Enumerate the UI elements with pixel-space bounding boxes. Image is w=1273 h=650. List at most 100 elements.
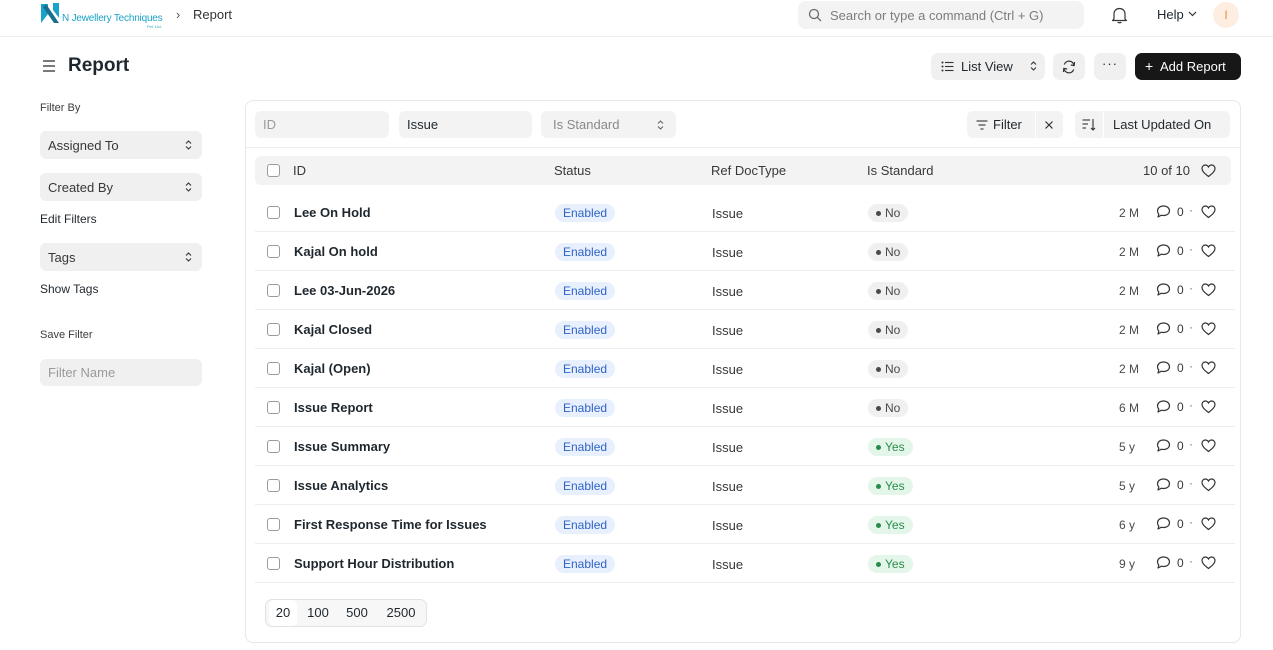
status-badge: Enabled bbox=[555, 516, 616, 534]
comment-icon[interactable] bbox=[1156, 204, 1171, 219]
help-menu[interactable]: Help bbox=[1157, 7, 1184, 22]
logo-subtext: Pvt. Ltd. bbox=[147, 24, 162, 29]
ref-doctype-value: Issue bbox=[712, 518, 744, 533]
sort-icon[interactable] bbox=[1082, 118, 1096, 131]
close-icon[interactable] bbox=[1044, 120, 1054, 130]
created-by-select[interactable]: Created By bbox=[40, 173, 202, 201]
table-row[interactable]: Lee On Hold Enabled Issue No 2 M 0 · bbox=[255, 193, 1235, 232]
column-is-standard: Is Standard bbox=[867, 163, 934, 178]
comment-icon[interactable] bbox=[1156, 477, 1171, 492]
report-name-link[interactable]: First Response Time for Issues bbox=[294, 517, 487, 532]
row-checkbox[interactable] bbox=[267, 557, 280, 570]
page-length-100[interactable]: 100 bbox=[302, 600, 334, 626]
table-row[interactable]: Issue Summary Enabled Issue Yes 5 y 0 · bbox=[255, 427, 1235, 466]
table-row[interactable]: Support Hour Distribution Enabled Issue Yes… bbox=[255, 544, 1235, 583]
is-standard-select[interactable]: Is Standard bbox=[541, 111, 676, 138]
heart-icon[interactable] bbox=[1201, 205, 1216, 219]
row-checkbox[interactable] bbox=[267, 440, 280, 453]
id-filter-input[interactable] bbox=[255, 111, 389, 138]
report-name-link[interactable]: Kajal On hold bbox=[294, 244, 378, 259]
report-name-link[interactable]: Issue Summary bbox=[294, 439, 390, 454]
report-name-link[interactable]: Issue Analytics bbox=[294, 478, 388, 493]
assigned-to-select[interactable]: Assigned To bbox=[40, 131, 202, 159]
report-name-link[interactable]: Kajal (Open) bbox=[294, 361, 371, 376]
ref-doctype-value: Issue bbox=[712, 284, 744, 299]
comment-count: 0 bbox=[1177, 283, 1184, 297]
heart-icon[interactable] bbox=[1201, 517, 1216, 531]
select-all-checkbox[interactable] bbox=[267, 164, 280, 177]
comment-icon[interactable] bbox=[1156, 399, 1171, 414]
comment-icon[interactable] bbox=[1156, 555, 1171, 570]
report-name-link[interactable]: Lee On Hold bbox=[294, 205, 371, 220]
table-row[interactable]: First Response Time for Issues Enabled Iss… bbox=[255, 505, 1235, 544]
heart-icon[interactable] bbox=[1201, 400, 1216, 414]
breadcrumb-report[interactable]: Report bbox=[193, 7, 232, 22]
status-badge: Enabled bbox=[555, 243, 616, 261]
row-checkbox[interactable] bbox=[267, 518, 280, 531]
row-checkbox[interactable] bbox=[267, 362, 280, 375]
filter-button[interactable]: Filter bbox=[967, 111, 1063, 138]
edit-filters-link[interactable]: Edit Filters bbox=[40, 212, 97, 226]
comment-icon[interactable] bbox=[1156, 321, 1171, 336]
table-row[interactable]: Kajal On hold Enabled Issue No 2 M 0 · bbox=[255, 232, 1235, 271]
comment-icon[interactable] bbox=[1156, 438, 1171, 453]
sort-button[interactable]: Last Updated On bbox=[1075, 111, 1230, 138]
is-standard-value: No bbox=[885, 401, 901, 415]
heart-icon[interactable] bbox=[1201, 478, 1216, 492]
row-checkbox[interactable] bbox=[267, 245, 280, 258]
heart-icon[interactable] bbox=[1201, 283, 1216, 297]
page-length-2500[interactable]: 2500 bbox=[380, 600, 422, 626]
row-checkbox[interactable] bbox=[267, 206, 280, 219]
row-checkbox[interactable] bbox=[267, 323, 280, 336]
table-row[interactable]: Lee 03-Jun-2026 Enabled Issue No 2 M 0 · bbox=[255, 271, 1235, 310]
status-badge: Enabled bbox=[555, 204, 616, 222]
row-checkbox[interactable] bbox=[267, 479, 280, 492]
report-name-link[interactable]: Lee 03-Jun-2026 bbox=[294, 283, 395, 298]
logo-mark-icon bbox=[41, 3, 59, 23]
report-name-link[interactable]: Issue Report bbox=[294, 400, 373, 415]
table-row[interactable]: Issue Analytics Enabled Issue Yes 5 y 0 · bbox=[255, 466, 1235, 505]
show-tags-link[interactable]: Show Tags bbox=[40, 282, 98, 296]
table-row[interactable]: Issue Report Enabled Issue No 6 M 0 · bbox=[255, 388, 1235, 427]
report-list: Is Standard Filter Last Updated O bbox=[245, 100, 1241, 643]
ref-doctype-value: Issue bbox=[712, 323, 744, 338]
heart-icon[interactable] bbox=[1201, 556, 1216, 570]
heart-icon[interactable] bbox=[1201, 164, 1216, 178]
comment-count: 0 bbox=[1177, 478, 1184, 492]
ref-doctype-filter-input[interactable] bbox=[399, 111, 532, 138]
search-bar[interactable] bbox=[798, 1, 1084, 29]
is-standard-badge: No bbox=[868, 399, 909, 417]
list-view-button[interactable]: List View bbox=[931, 53, 1045, 80]
comment-icon[interactable] bbox=[1156, 243, 1171, 258]
row-checkbox[interactable] bbox=[267, 401, 280, 414]
comment-icon[interactable] bbox=[1156, 516, 1171, 531]
is-standard-badge: No bbox=[868, 243, 909, 261]
comment-icon[interactable] bbox=[1156, 360, 1171, 375]
tags-select[interactable]: Tags bbox=[40, 243, 202, 271]
page-length-500[interactable]: 500 bbox=[341, 600, 373, 626]
report-name-link[interactable]: Kajal Closed bbox=[294, 322, 372, 337]
heart-icon[interactable] bbox=[1201, 322, 1216, 336]
report-name-link[interactable]: Support Hour Distribution bbox=[294, 556, 454, 571]
filter-name-input[interactable] bbox=[40, 359, 202, 386]
comment-count: 0 bbox=[1177, 439, 1184, 453]
logo[interactable]: N Jewellery Techniques Pvt. Ltd. bbox=[40, 2, 170, 30]
more-actions-button[interactable]: ··· bbox=[1094, 53, 1126, 80]
add-report-button[interactable]: + Add Report bbox=[1135, 53, 1241, 80]
heart-icon[interactable] bbox=[1201, 439, 1216, 453]
hamburger-icon[interactable] bbox=[42, 59, 56, 73]
bell-icon[interactable] bbox=[1111, 6, 1128, 24]
row-checkbox[interactable] bbox=[267, 284, 280, 297]
table-row[interactable]: Kajal Closed Enabled Issue No 2 M 0 · bbox=[255, 310, 1235, 349]
page-length-20[interactable]: 20 bbox=[269, 600, 297, 626]
avatar[interactable]: I bbox=[1213, 2, 1239, 28]
table-header: ID Status Ref DocType Is Standard 10 of … bbox=[255, 156, 1231, 185]
chevron-updown-icon bbox=[185, 182, 192, 192]
filter-label: Filter bbox=[993, 117, 1022, 132]
comment-icon[interactable] bbox=[1156, 282, 1171, 297]
refresh-button[interactable] bbox=[1053, 53, 1085, 80]
table-row[interactable]: Kajal (Open) Enabled Issue No 2 M 0 · bbox=[255, 349, 1235, 388]
heart-icon[interactable] bbox=[1201, 361, 1216, 375]
search-input[interactable] bbox=[830, 1, 1080, 29]
heart-icon[interactable] bbox=[1201, 244, 1216, 258]
